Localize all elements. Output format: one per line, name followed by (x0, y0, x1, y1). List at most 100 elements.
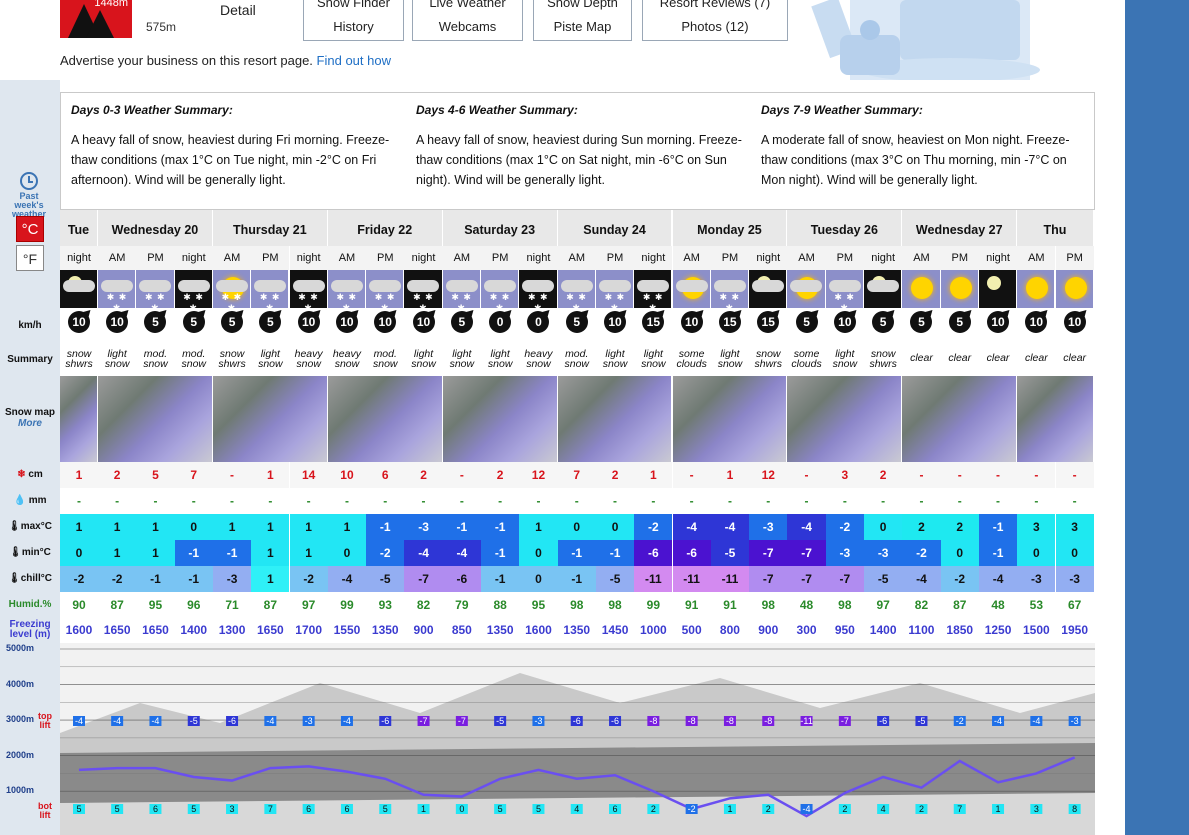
day-header: Thu (1017, 210, 1094, 246)
fahrenheit-toggle[interactable]: °F (16, 245, 44, 271)
wind-direction-icon: 10 (833, 311, 856, 333)
bottom-lift-temp: 2 (919, 804, 924, 814)
rain-cell: - (136, 488, 175, 514)
wind-direction-icon: 5 (182, 311, 205, 333)
wind-cell: 5 (212, 308, 252, 344)
label-snow: ❄ cm (17, 469, 43, 480)
bottom-lift-temp: 5 (115, 804, 120, 814)
wind-cell: 10 (1017, 308, 1056, 344)
live-weather-webcams-button[interactable]: Live Weather Webcams (412, 0, 523, 41)
freezing-cell: 1400 (174, 618, 213, 643)
summary-line: snow (334, 358, 360, 370)
summary-cell: snow shwrs (60, 344, 98, 376)
humidity-cell: 97 (289, 592, 328, 618)
max-temp-cell: -1 (481, 514, 520, 540)
snow-map-thumbnail[interactable] (787, 376, 903, 462)
advert-line: Advertise your business on this resort p… (60, 53, 391, 68)
wind-direction-icon: 10 (297, 311, 320, 333)
past-weather-link[interactable]: Past week's weather (0, 172, 58, 219)
max-temp-cell: 3 (1017, 514, 1056, 540)
bottom-lift-temp: 3 (1034, 804, 1039, 814)
freezing-cell: 1350 (366, 618, 405, 643)
summary-cell: light snow (481, 344, 520, 376)
max-temp-cell: 1 (98, 514, 137, 540)
top-lift-temp: -11 (800, 716, 812, 726)
find-out-how-link[interactable]: Find out how (317, 53, 391, 68)
min-temp-cell: 1 (251, 540, 290, 566)
top-lift-temp: -5 (190, 716, 198, 726)
chill-cell: -3 (1017, 566, 1056, 592)
wind-cell: 10 (595, 308, 635, 344)
summary-line: shwrs (218, 358, 246, 370)
snow-depth-piste-map-button[interactable]: Snow Depth Piste Map (533, 0, 632, 41)
snow-cell: - (1017, 462, 1056, 488)
chill-cell: -4 (327, 566, 367, 592)
snow-map-thumbnail[interactable] (60, 376, 98, 462)
forecast-table: Tue Wednesday 20 Thursday 21 Friday 22 Satur… (60, 210, 1095, 643)
max-temp-cell: 1 (327, 514, 367, 540)
detail-link[interactable]: Detail (220, 2, 256, 18)
bottom-lift-temp: 6 (613, 804, 618, 814)
snow-map-thumbnail[interactable] (1017, 376, 1094, 462)
summary-line: snow (564, 358, 589, 370)
wind-direction-icon: 0 (527, 311, 550, 333)
summary-line: shwrs (65, 358, 93, 370)
celsius-toggle[interactable]: °C (16, 216, 44, 242)
chill-cell: -2 (60, 566, 98, 592)
max-temp-cell: -4 (710, 514, 750, 540)
snow-map-thumbnail[interactable] (98, 376, 213, 462)
thermometer-icon: 🌡 (8, 573, 21, 584)
summary-cell: light snow (404, 344, 443, 376)
max-temp-cell: -3 (749, 514, 788, 540)
top-lift-temp: -3 (1071, 716, 1079, 726)
period-cell: night (978, 246, 1018, 270)
bottom-lift-temp: 2 (651, 804, 656, 814)
snow-cell: 3 (825, 462, 864, 488)
label-snowmap[interactable]: Snow map More (0, 407, 60, 429)
snow-map-thumbnail[interactable] (212, 376, 328, 462)
snow-cannon-illustration (811, 0, 1040, 80)
max-temp-cell: -4 (787, 514, 826, 540)
wind-cell: 5 (442, 308, 481, 344)
max-temp-cell: 0 (174, 514, 213, 540)
min-temp-cell: -4 (442, 540, 481, 566)
snow-cell: 2 (864, 462, 903, 488)
summary-line: snow (411, 358, 436, 370)
weather-snow-icon: ✱ ✱ ✱ (366, 270, 405, 308)
summary-days-0-3: Days 0-3 Weather Summary: A heavy fall of… (71, 103, 390, 187)
chill-cell: -7 (825, 566, 864, 592)
rain-icon: 💧 (13, 495, 26, 506)
snow-map-thumbnail[interactable] (902, 376, 1018, 462)
wind-cell: 5 (940, 308, 979, 344)
period-cell: PM (366, 246, 405, 270)
weather-snow-icon: ✱ ✱ ✱ (327, 270, 367, 308)
humidity-cell: 98 (825, 592, 864, 618)
snow-map-thumbnail[interactable] (327, 376, 443, 462)
wind-row: 10 10 5 5 5 5 10 10 10 10 5 0 0 5 10 15 10 15 15 5 10 5 5 5 10 10… (60, 308, 1095, 344)
max-temp-cell: -1 (366, 514, 405, 540)
snow-cell: - (1055, 462, 1094, 488)
snow-finder-history-button[interactable]: Snow Finder History (303, 0, 404, 41)
snow-map-thumbnail[interactable] (557, 376, 673, 462)
snow-map-thumbnail[interactable] (672, 376, 788, 462)
wind-cell: 10 (672, 308, 711, 344)
period-cell: night (519, 246, 558, 270)
bottom-lift-temp: 6 (153, 804, 158, 814)
snow-map-thumbnail[interactable] (442, 376, 558, 462)
summary-cell: mod. snow (366, 344, 405, 376)
period-cell: PM (251, 246, 290, 270)
wind-direction-icon: 0 (489, 311, 512, 333)
freezing-cell: 1400 (864, 618, 903, 643)
wind-cell: 5 (864, 308, 903, 344)
summary-cell: clear (1017, 344, 1056, 376)
max-temp-cell: -2 (634, 514, 673, 540)
weather-snow-night-icon: ✱ ✱ ✱ (634, 270, 673, 308)
weather-snow-icon: ✱ ✱ ✱ (251, 270, 290, 308)
summary-line: snow (181, 358, 206, 370)
reviews-photos-button[interactable]: Resort Reviews (7) Photos (12) (642, 0, 788, 41)
day-header: Wednesday 20 (98, 210, 213, 246)
summary-cell: clear (940, 344, 979, 376)
summary-cell: light snow (825, 344, 864, 376)
freezing-cell: 1650 (98, 618, 137, 643)
chart-y-label: 3000m (6, 714, 35, 725)
